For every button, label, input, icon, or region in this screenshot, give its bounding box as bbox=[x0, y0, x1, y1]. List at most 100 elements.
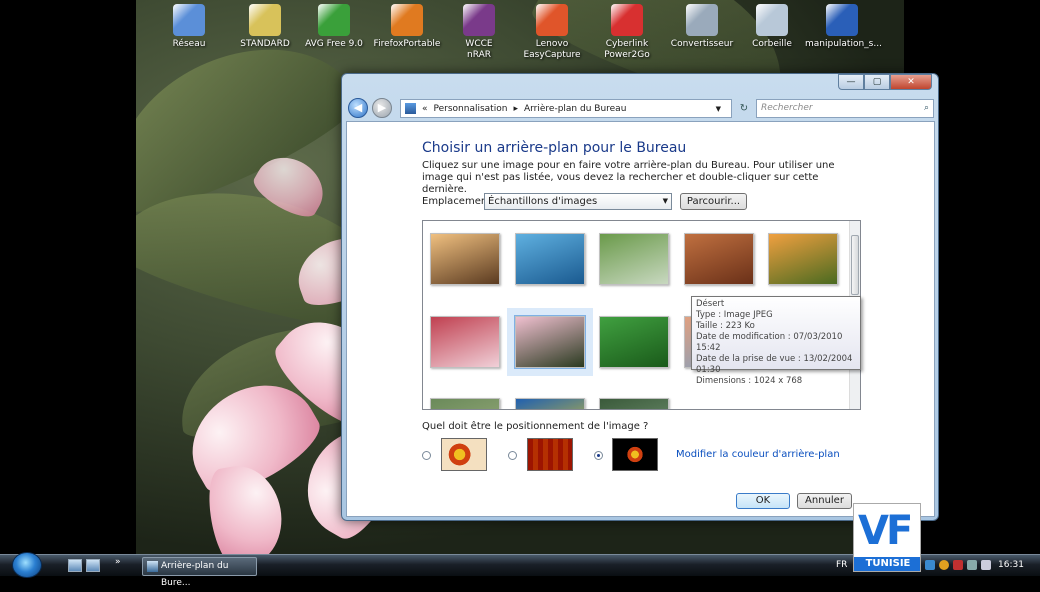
desktop-icon-label: Cyberlink Power2Go bbox=[604, 39, 650, 60]
wallpaper-thumbnail-baleine[interactable] bbox=[515, 233, 585, 285]
control-panel-window: — ▢ ✕ ◀ ▶ « Personnalisation ▸ Arrière-p… bbox=[341, 73, 939, 521]
taskbar-window-button[interactable]: Arrière-plan du Bure... bbox=[142, 557, 257, 588]
show-desktop-icon[interactable] bbox=[68, 559, 82, 572]
cancel-button[interactable]: Annuler bbox=[797, 493, 852, 509]
desktop-icon[interactable]: Cyberlink Power2Go bbox=[590, 4, 664, 61]
wallpaper-thumbnail-arbres[interactable] bbox=[430, 233, 500, 285]
desktop-icon-image bbox=[173, 4, 205, 36]
desktop-icon-image bbox=[686, 4, 718, 36]
wallpaper-thumbnail-foret[interactable] bbox=[599, 398, 669, 409]
position-radio-tile[interactable] bbox=[508, 451, 517, 460]
location-label: Emplacement bbox=[422, 196, 492, 207]
desktop-icon-label: FirefoxPortable bbox=[373, 39, 441, 49]
breadcrumb-personnalisation[interactable]: Personnalisation bbox=[434, 104, 508, 114]
wallpaper-thumbnail-feuillage-vert[interactable] bbox=[599, 316, 669, 368]
wallpaper-thumbnail-feuilles-givrees[interactable] bbox=[430, 316, 500, 368]
desktop-icon[interactable]: Lenovo EasyCapture bbox=[515, 4, 589, 61]
desktop-icon-image bbox=[826, 4, 858, 36]
desktop-icon-label: STANDARD bbox=[240, 39, 290, 49]
tooltip-name: Désert bbox=[696, 299, 725, 309]
desktop-icon-label: WCCE nRAR bbox=[465, 39, 493, 60]
desktop-icon-image bbox=[463, 4, 495, 36]
wallpaper-thumbnail-herbe[interactable] bbox=[430, 398, 500, 409]
search-input[interactable]: Rechercher ⌕ bbox=[756, 99, 934, 118]
tooltip-size: Taille : 223 Ko bbox=[696, 321, 755, 331]
tray-arrow-icon[interactable] bbox=[925, 560, 935, 570]
address-bar[interactable]: « Personnalisation ▸ Arrière-plan du Bur… bbox=[400, 99, 732, 118]
chevron-down-icon: ▼ bbox=[662, 197, 668, 205]
tray-security-icon[interactable] bbox=[953, 560, 963, 570]
desktop-icon-image bbox=[611, 4, 643, 36]
location-value: Échantillons d'images bbox=[488, 196, 598, 207]
desktop-icon-image bbox=[536, 4, 568, 36]
desktop-icon[interactable]: Réseau bbox=[152, 4, 226, 50]
language-indicator[interactable]: FR bbox=[836, 560, 847, 570]
location-select[interactable]: Échantillons d'images ▼ bbox=[484, 193, 672, 210]
clock[interactable]: 16:31 bbox=[998, 560, 1024, 570]
position-tile-image[interactable] bbox=[527, 438, 573, 471]
close-button[interactable]: ✕ bbox=[890, 74, 932, 90]
desktop-icon-label: Convertisseur bbox=[670, 39, 734, 49]
logo-subtext: TUNISIE bbox=[854, 557, 920, 571]
maximize-button[interactable]: ▢ bbox=[864, 74, 890, 90]
position-label: Quel doit être le positionnement de l'im… bbox=[422, 421, 649, 432]
forward-button[interactable]: ▶ bbox=[372, 98, 392, 118]
desktop-icon-image bbox=[249, 4, 281, 36]
position-radio-center[interactable] bbox=[594, 451, 603, 460]
wallpaper-thumbnail-automne[interactable] bbox=[768, 233, 838, 285]
breadcrumb-separator: « bbox=[422, 103, 428, 114]
desktop-icon-image bbox=[318, 4, 350, 36]
logo-text: VF bbox=[858, 508, 913, 554]
breadcrumb-arriere-plan[interactable]: Arrière-plan du Bureau bbox=[524, 104, 626, 114]
desktop-icon[interactable]: WCCE nRAR bbox=[442, 4, 516, 61]
desktop-icon-label: Lenovo EasyCapture bbox=[523, 39, 581, 60]
start-button[interactable] bbox=[12, 552, 42, 578]
desktop-icon[interactable]: Convertisseur bbox=[665, 4, 739, 50]
vf-tunisie-logo: VF TUNISIE bbox=[853, 503, 921, 572]
navigation-bar: ◀ ▶ « Personnalisation ▸ Arrière-plan du… bbox=[346, 96, 936, 120]
wallpaper-thumbnail-poissons[interactable] bbox=[515, 398, 585, 409]
browse-button[interactable]: Parcourir... bbox=[680, 193, 747, 210]
desktop-icon[interactable]: STANDARD bbox=[228, 4, 302, 50]
refresh-icon[interactable]: ↻ bbox=[736, 99, 752, 118]
screen: Réseau STANDARD AVG Free 9.0 FirefoxPortabl… bbox=[0, 0, 1040, 588]
control-panel-icon bbox=[147, 561, 158, 572]
page-description: Cliquez sur une image pour en faire votr… bbox=[422, 160, 835, 195]
search-icon[interactable]: ⌕ bbox=[924, 100, 929, 117]
desktop-icon[interactable]: Corbeille bbox=[735, 4, 809, 50]
wallpaper-thumbnail-fleurs-roses[interactable] bbox=[514, 315, 586, 369]
tooltip-type: Type : Image JPEG bbox=[696, 310, 773, 320]
desktop-icon-label: manipulation_s... bbox=[805, 39, 882, 49]
quicklaunch-expand-icon[interactable]: » bbox=[115, 557, 121, 567]
desktop-icon-image bbox=[756, 4, 788, 36]
tooltip-taken: Date de la prise de vue : 13/02/2004 01:… bbox=[696, 354, 853, 375]
wallpaper-thumbnail-ruisseau[interactable] bbox=[599, 233, 669, 285]
scrollbar-thumb[interactable] bbox=[851, 235, 859, 295]
desktop-icon-image bbox=[391, 4, 423, 36]
content-area: Choisir un arrière-plan pour le Bureau C… bbox=[346, 121, 935, 517]
page-title: Choisir un arrière-plan pour le Bureau bbox=[422, 140, 687, 156]
minimize-button[interactable]: — bbox=[838, 74, 864, 90]
image-tooltip: Désert Type : Image JPEG Taille : 223 Ko… bbox=[691, 296, 861, 386]
tray-avg-icon[interactable] bbox=[939, 560, 949, 570]
background-color-link[interactable]: Modifier la couleur d'arrière-plan bbox=[676, 449, 840, 460]
desktop-icon-label: AVG Free 9.0 bbox=[305, 39, 363, 49]
tray-volume-icon[interactable] bbox=[981, 560, 991, 570]
control-panel-icon bbox=[405, 103, 416, 114]
tray-network-icon[interactable] bbox=[967, 560, 977, 570]
wallpaper-thumbnail-desert[interactable] bbox=[684, 233, 754, 285]
taskbar-window-label: Arrière-plan du Bure... bbox=[161, 561, 229, 588]
desktop-icon[interactable]: FirefoxPortable bbox=[370, 4, 444, 50]
switch-windows-icon[interactable] bbox=[86, 559, 100, 572]
ok-button[interactable]: OK bbox=[736, 493, 790, 509]
back-button[interactable]: ◀ bbox=[348, 98, 368, 118]
position-center-image[interactable] bbox=[612, 438, 658, 471]
position-stretch-image[interactable] bbox=[441, 438, 487, 471]
search-placeholder: Rechercher bbox=[761, 103, 813, 113]
desktop-icon[interactable]: AVG Free 9.0 bbox=[297, 4, 371, 50]
tooltip-dimensions: Dimensions : 1024 x 768 bbox=[696, 376, 803, 386]
position-radio-stretch[interactable] bbox=[422, 451, 431, 460]
desktop-icon[interactable]: manipulation_s... bbox=[805, 4, 882, 50]
address-dropdown-icon[interactable]: ▼ bbox=[716, 105, 721, 113]
breadcrumb-arrow-icon: ▸ bbox=[513, 103, 518, 114]
